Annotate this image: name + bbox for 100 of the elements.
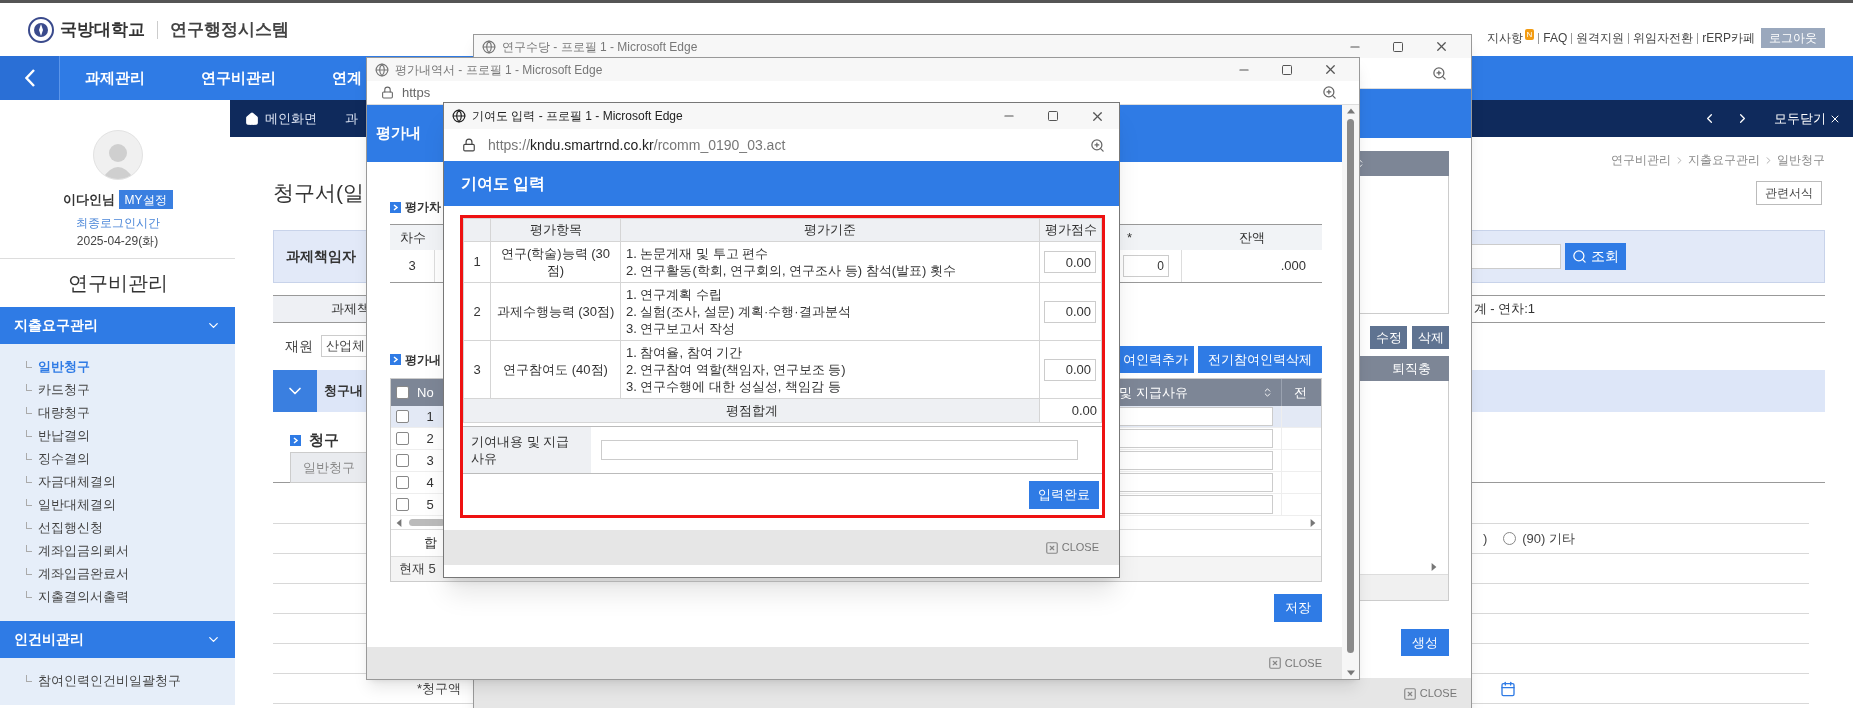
sidebar-group-header[interactable]: 인건비관리 <box>0 621 235 658</box>
url-text[interactable]: https <box>402 82 431 103</box>
sidebar-menu-item[interactable]: 일반청구 <box>38 356 90 377</box>
close-icon <box>1267 656 1282 670</box>
amount-field[interactable]: 0 <box>1123 255 1169 277</box>
scroll-thumb[interactable] <box>1347 119 1354 653</box>
header-link[interactable]: 원격지원 <box>1576 29 1625 47</box>
scroll-right-icon[interactable] <box>1430 563 1438 571</box>
search-button[interactable]: 조회 <box>1565 243 1626 270</box>
maximize-icon[interactable] <box>1281 63 1293 76</box>
my-settings-button[interactable]: MY설정 <box>118 190 173 210</box>
scroll-right-icon[interactable] <box>1309 518 1317 527</box>
maximize-icon[interactable] <box>1047 110 1059 122</box>
column-header: No <box>416 383 435 402</box>
section-marker-icon <box>290 434 301 446</box>
evaluation-item: 연구참여도 (40점) <box>490 340 621 399</box>
sidebar-menu-item[interactable]: 계좌입금의뢰서 <box>38 540 129 561</box>
row-number: 2 <box>463 282 491 341</box>
reason-field[interactable] <box>601 440 1078 460</box>
nav-menu-item[interactable]: 과제관리 <box>85 66 145 90</box>
close-button[interactable]: CLOSE <box>1044 539 1099 556</box>
sidebar-menu-item[interactable]: 반납결의 <box>38 425 90 446</box>
maximize-icon[interactable] <box>1392 40 1404 53</box>
row-checkbox[interactable] <box>395 454 409 467</box>
submit-button[interactable]: 입력완료 <box>1029 480 1099 509</box>
criterion-line: 2. 실험(조사, 설문) 계획·수행·결과분석 <box>626 303 852 320</box>
row-checkbox[interactable] <box>395 432 409 445</box>
branch-icon <box>26 361 32 368</box>
column-header: 및 지급사유 <box>1119 383 1188 402</box>
nav-menu-item[interactable]: 연구비관리 <box>201 66 276 90</box>
criterion-line: 2. 연구참여 역할(책임자, 연구보조 등) <box>626 361 847 378</box>
option-label: (90) 기타 <box>1522 529 1575 548</box>
scroll-left-icon[interactable] <box>395 518 403 527</box>
row-checkbox[interactable] <box>395 476 409 489</box>
related-forms-button[interactable]: 관련서식 <box>1756 181 1822 205</box>
branch-icon <box>26 568 32 575</box>
close-button[interactable]: CLOSE <box>1402 685 1457 702</box>
zoom-icon[interactable] <box>1090 137 1105 153</box>
breadcrumb-item[interactable]: 연구비관리 <box>1611 151 1671 169</box>
scroll-thumb[interactable] <box>409 519 445 526</box>
reason-label: 기여내용 및 지급 사유 <box>471 433 571 467</box>
university-emblem-icon <box>28 16 54 43</box>
table-cell: 3 <box>390 250 435 282</box>
table-cell-text: .000 <box>1279 257 1307 276</box>
sidebar-menu-item[interactable]: 카드청구 <box>38 379 90 400</box>
url-text[interactable]: https://kndu.smartrnd.co.kr/rcomm_0190_03.act <box>488 134 786 156</box>
close-icon <box>1402 686 1417 701</box>
close-button[interactable]: CLOSE <box>1267 654 1322 672</box>
column-header: 평가점수 <box>1039 218 1102 242</box>
table-cell-text: 2 <box>425 429 435 448</box>
sidebar-menu-item[interactable]: 참여인력인건비일괄청구 <box>38 670 181 691</box>
sum-label: 합 <box>422 534 438 553</box>
header-link[interactable]: 지사항 <box>1486 29 1523 47</box>
total-label: 평점합계 <box>463 398 1040 423</box>
header-link[interactable]: 위임자전환 <box>1633 29 1694 47</box>
sidebar-group-header[interactable]: 지출요구관리 <box>0 307 235 344</box>
university-name: 국방대학교 <box>60 18 145 41</box>
sidebar-menu-item[interactable]: 일반대체결의 <box>38 494 116 515</box>
header-link[interactable]: FAQ <box>1543 29 1568 47</box>
close-icon <box>1044 540 1059 555</box>
page-tab[interactable]: 메인화면 <box>265 108 317 129</box>
sidebar-menu-item[interactable]: 계좌입금완료서 <box>38 563 129 584</box>
zoom-icon[interactable] <box>1432 65 1447 81</box>
column-header: 잔액 <box>1182 225 1322 250</box>
scroll-up-icon[interactable] <box>1346 107 1355 115</box>
nav-menu-item[interactable]: 연계 <box>332 66 362 90</box>
column-header: 평가항목 <box>490 218 621 242</box>
header-link[interactable]: rERP카페 <box>1702 29 1755 47</box>
close-icon[interactable] <box>1323 62 1338 77</box>
select-all-checkbox[interactable] <box>395 386 409 399</box>
close-icon[interactable] <box>1434 39 1449 54</box>
score-field[interactable]: 0.00 <box>1044 358 1096 381</box>
section-marker-icon <box>390 354 401 365</box>
participant-button[interactable]: 전기참여인력삭제 <box>1198 346 1322 373</box>
criterion-line: 3. 연구수행에 대한 성실성, 책임감 등 <box>626 378 842 395</box>
grid-action-button[interactable]: 삭제 <box>1412 326 1449 349</box>
zoom-icon[interactable] <box>1322 85 1337 100</box>
window-title: 평가내역서 - 프로필 1 - Microsoft Edge <box>395 61 603 79</box>
score-field[interactable]: 0.00 <box>1044 300 1096 323</box>
section-title: 평가차 <box>405 199 441 216</box>
create-button[interactable]: 생성 <box>1401 629 1449 656</box>
sidebar-menu-item[interactable]: 대량청구 <box>38 402 90 423</box>
search-icon <box>1572 249 1587 264</box>
sort-icon[interactable] <box>1262 387 1273 398</box>
row-checkbox[interactable] <box>395 498 409 511</box>
branch-icon <box>26 407 32 414</box>
breadcrumb-item[interactable]: 지출요구관리 <box>1688 151 1760 169</box>
page-tab[interactable]: 과 <box>345 108 358 129</box>
score-field[interactable]: 0.00 <box>1044 251 1096 273</box>
sidebar-menu-item[interactable]: 선집행신청 <box>38 517 103 538</box>
save-button[interactable]: 저장 <box>1274 594 1322 622</box>
sidebar-menu-item[interactable]: 지출결의서출력 <box>38 586 129 607</box>
breadcrumb-item[interactable]: 일반청구 <box>1777 151 1825 169</box>
sidebar-menu-item[interactable]: 자금대체결의 <box>38 471 116 492</box>
close-all-button[interactable]: 모두닫기 <box>1774 108 1841 129</box>
calendar-icon[interactable] <box>1500 680 1516 697</box>
column-header: 퇴직충 <box>1392 359 1431 378</box>
sidebar-menu-item[interactable]: 징수결의 <box>38 448 90 469</box>
grid-action-button[interactable]: 수정 <box>1370 326 1407 349</box>
row-checkbox[interactable] <box>395 410 409 423</box>
